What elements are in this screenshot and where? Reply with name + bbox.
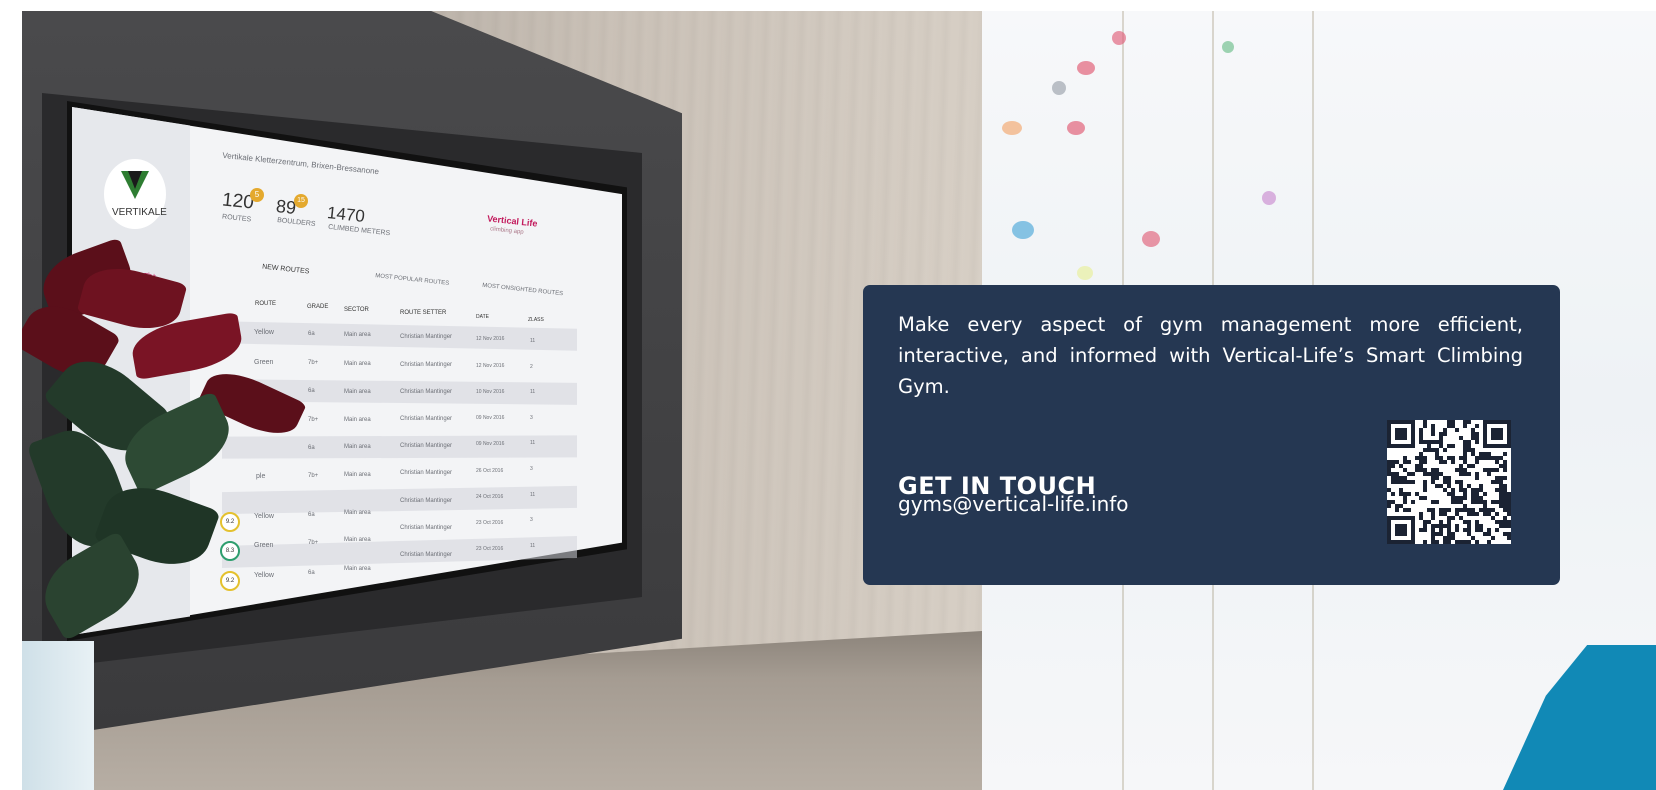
row-grade: 6a <box>308 388 315 394</box>
climbing-hold <box>1262 191 1276 205</box>
row-date: 23 Oct 2016 <box>476 520 504 526</box>
stat-routes-badge: 5 <box>250 188 264 202</box>
row-grade: 7b+ <box>308 473 319 479</box>
row-sector: Main area <box>344 361 371 367</box>
row-sector: Main area <box>344 389 371 395</box>
card-description: Make every aspect of gym management more… <box>898 313 1523 398</box>
row-grade: 6a <box>308 512 315 518</box>
row-sector: Main area <box>344 444 371 450</box>
logo-text: VERTIKALE <box>112 207 167 218</box>
climbing-hold <box>1077 266 1093 280</box>
contact-card: Make every aspect of gym management more… <box>863 285 1560 585</box>
row-setter: Christian Mantinger <box>400 416 453 422</box>
route-rating-badge: 9.2 <box>220 571 240 591</box>
row-zlass: 3 <box>530 415 533 421</box>
row-sector: Main area <box>344 566 371 572</box>
row-setter: Christian Mantinger <box>400 362 453 368</box>
row-date: 26 Oct 2016 <box>476 468 504 474</box>
route-rating-badge: 8.3 <box>220 541 240 561</box>
row-route: Yellow <box>254 329 274 336</box>
col-route: ROUTE <box>255 301 276 307</box>
row-grade: 6a <box>308 331 315 337</box>
climbing-hold <box>1112 31 1126 45</box>
row-grade: 7b+ <box>308 360 319 366</box>
col-setter: ROUTE SETTER <box>400 310 447 316</box>
row-setter: Christian Mantinger <box>400 443 453 449</box>
row-date: 09 Nov 2016 <box>476 441 505 447</box>
row-setter: Christian Mantinger <box>400 525 453 531</box>
row-sector: Main area <box>344 537 371 543</box>
row-route: Green <box>254 359 274 366</box>
row-setter: Christian Mantinger <box>400 334 453 340</box>
row-date: 12 Nov 2016 <box>476 363 505 369</box>
qr-code-icon[interactable] <box>1387 420 1511 544</box>
row-grade: 6a <box>308 445 315 451</box>
row-zlass: 3 <box>530 466 533 472</box>
climbing-hold <box>1077 61 1095 75</box>
climbing-hold <box>1012 221 1034 239</box>
route-rating-badge: 9.2 <box>220 512 240 532</box>
plant-pot <box>22 641 94 790</box>
row-grade: 7b+ <box>308 417 319 423</box>
contact-email-link[interactable]: gyms@vertical-life.info <box>898 491 1129 517</box>
climbing-hold <box>1142 231 1160 247</box>
col-sector: SECTOR <box>344 307 369 313</box>
stat-boulders-badge: 15 <box>294 194 308 208</box>
row-grade: 7b+ <box>308 540 319 546</box>
row-route: Green <box>254 542 274 549</box>
row-date: 23 Oct 2016 <box>476 546 504 552</box>
row-route: Yellow <box>254 572 274 579</box>
climbing-hold <box>1002 121 1022 135</box>
logo-triangle-inner-icon <box>128 171 142 189</box>
row-zlass: 11 <box>530 492 536 498</box>
row-zlass: 2 <box>530 364 533 370</box>
row-route: ple <box>256 473 266 480</box>
row-sector: Main area <box>344 472 371 478</box>
row-setter: Christian Mantinger <box>400 498 453 504</box>
row-setter: Christian Mantinger <box>400 552 453 558</box>
row-route: Yellow <box>254 513 274 520</box>
col-zlass: ZLASS <box>528 317 544 323</box>
row-zlass: 11 <box>530 338 536 344</box>
row-date: 09 Nov 2016 <box>476 415 505 421</box>
climbing-hold <box>1222 41 1234 53</box>
row-zlass: 11 <box>530 440 536 446</box>
row-setter: Christian Mantinger <box>400 470 453 476</box>
row-sector: Main area <box>344 510 371 516</box>
row-sector: Main area <box>344 417 371 423</box>
row-date: 10 Nov 2016 <box>476 389 505 395</box>
row-date: 24 Oct 2016 <box>476 494 504 500</box>
row-sector: Main area <box>344 332 371 338</box>
climbing-hold <box>1052 81 1066 95</box>
row-date: 12 Nov 2016 <box>476 336 505 342</box>
row-grade: 6a <box>308 570 315 576</box>
row-zlass: 11 <box>530 543 536 549</box>
col-grade: GRADE <box>307 304 329 310</box>
vertikale-logo: VERTIKALE <box>104 159 167 229</box>
col-date: DATE <box>476 314 489 320</box>
row-zlass: 3 <box>530 517 533 523</box>
row-setter: Christian Mantinger <box>400 389 453 395</box>
row-zlass: 11 <box>530 389 536 395</box>
climbing-hold <box>1067 121 1085 135</box>
